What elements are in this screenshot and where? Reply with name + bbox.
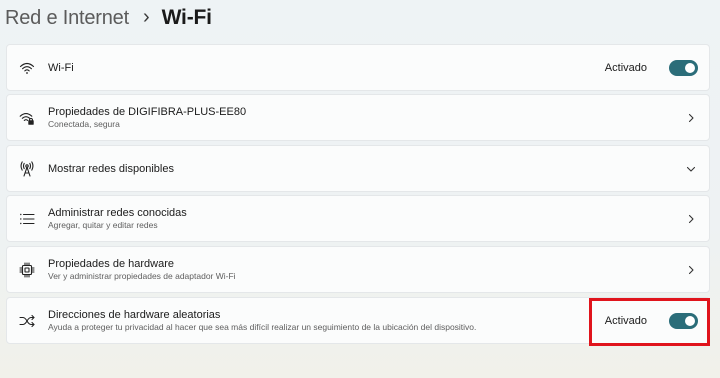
wifi-secure-icon (19, 110, 35, 126)
breadcrumb-separator: › (142, 5, 150, 28)
breadcrumb-parent-link[interactable]: Red e Internet (5, 7, 129, 30)
chevron-right-icon (685, 213, 697, 225)
breadcrumb: Red e Internet › Wi-Fi (5, 3, 212, 33)
antenna-icon (19, 160, 35, 177)
setting-known-networks[interactable]: Administrar redes conocidas Agregar, qui… (6, 195, 710, 242)
random-hardware-addresses-toggle[interactable] (669, 312, 698, 329)
setting-subtitle: Ver y administrar propiedades de adaptad… (48, 271, 236, 281)
chevron-right-icon (685, 264, 697, 276)
setting-title: Mostrar redes disponibles (48, 162, 174, 175)
toggle-state-label: Activado (604, 61, 647, 74)
setting-random-hardware-addresses: Direcciones de hardware aleatorias Ayuda… (6, 297, 710, 344)
setting-subtitle: Ayuda a proteger tu privacidad al hacer … (48, 322, 477, 332)
setting-subtitle: Agregar, quitar y editar redes (48, 220, 158, 230)
setting-title: Direcciones de hardware aleatorias (48, 309, 221, 321)
setting-title: Propiedades de DIGIFIBRA-PLUS-EE80 (48, 106, 247, 118)
shuffle-icon (19, 313, 35, 329)
setting-network-properties[interactable]: Propiedades de DIGIFIBRA-PLUS-EE80 Conec… (6, 94, 710, 141)
wifi-icon (19, 60, 35, 76)
chevron-right-icon (685, 112, 697, 124)
setting-hardware-properties[interactable]: Propiedades de hardware Ver y administra… (6, 246, 710, 293)
list-icon (19, 211, 35, 227)
setting-title: Propiedades de hardware (48, 258, 174, 270)
chip-icon (19, 261, 35, 278)
setting-wifi: Wi-Fi Activado (6, 44, 710, 91)
setting-subtitle: Conectada, segura (48, 119, 120, 129)
wifi-toggle[interactable] (669, 59, 698, 76)
page-title: Wi-Fi (161, 6, 212, 29)
chevron-down-icon (685, 163, 697, 175)
toggle-state-label: Activado (604, 314, 647, 327)
setting-show-networks[interactable]: Mostrar redes disponibles (6, 145, 710, 192)
setting-title: Administrar redes conocidas (48, 207, 187, 219)
setting-title: Wi-Fi (48, 61, 74, 74)
